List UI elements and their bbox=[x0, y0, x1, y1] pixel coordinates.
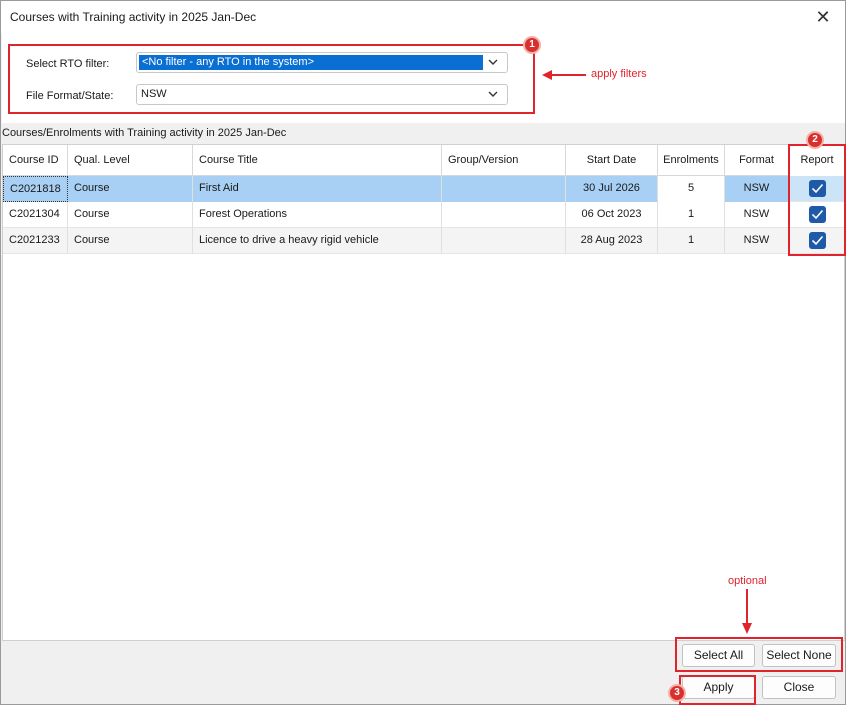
cell-course-title: First Aid bbox=[193, 176, 442, 202]
cell-start-date: 28 Aug 2023 bbox=[566, 228, 658, 254]
cell-course-id: C2021304 bbox=[3, 202, 68, 228]
title-bar: Courses with Training activity in 2025 J… bbox=[1, 1, 845, 33]
cell-qual-level: Course bbox=[68, 176, 193, 202]
table-row[interactable]: C2021304 Course Forest Operations 06 Oct… bbox=[3, 202, 846, 228]
column-header-course-id[interactable]: Course ID bbox=[3, 145, 68, 176]
courses-dialog: Courses with Training activity in 2025 J… bbox=[0, 0, 846, 705]
select-buttons-highlight-box bbox=[675, 637, 843, 672]
arrow-left-icon bbox=[542, 70, 586, 80]
column-header-format[interactable]: Format bbox=[725, 145, 789, 176]
cell-enrolments: 1 bbox=[658, 202, 725, 228]
table-row[interactable]: C2021818 Course First Aid 30 Jul 2026 5 … bbox=[3, 176, 846, 202]
step-badge-3: 3 bbox=[668, 684, 686, 702]
cell-format: NSW bbox=[725, 228, 789, 254]
column-header-group-version[interactable]: Group/Version bbox=[442, 145, 566, 176]
cell-course-title: Licence to drive a heavy rigid vehicle bbox=[193, 228, 442, 254]
cell-start-date: 06 Oct 2023 bbox=[566, 202, 658, 228]
cell-start-date: 30 Jul 2026 bbox=[566, 176, 658, 202]
column-header-start-date[interactable]: Start Date bbox=[566, 145, 658, 176]
table-row[interactable]: C2021233 Course Licence to drive a heavy… bbox=[3, 228, 846, 254]
report-column-highlight-box bbox=[788, 144, 846, 256]
optional-annotation: optional bbox=[728, 575, 767, 587]
step-badge-1: 1 bbox=[523, 36, 541, 54]
column-header-course-title[interactable]: Course Title bbox=[193, 145, 442, 176]
arrow-down-icon bbox=[742, 589, 752, 634]
filters-highlight-box bbox=[8, 44, 535, 114]
apply-highlight-box bbox=[679, 675, 756, 705]
cell-qual-level: Course bbox=[68, 228, 193, 254]
cell-course-id: C2021818 bbox=[3, 176, 68, 202]
cell-enrolments: 5 bbox=[658, 176, 725, 202]
cell-format: NSW bbox=[725, 202, 789, 228]
cell-course-title: Forest Operations bbox=[193, 202, 442, 228]
grid-header: Course ID Qual. Level Course Title Group… bbox=[3, 145, 834, 176]
window-title: Courses with Training activity in 2025 J… bbox=[10, 10, 257, 24]
cell-enrolments: 1 bbox=[658, 228, 725, 254]
apply-filters-annotation: apply filters bbox=[591, 68, 647, 80]
close-icon[interactable]: ✕ bbox=[813, 7, 833, 27]
step-badge-2: 2 bbox=[806, 131, 824, 149]
cell-course-id: C2021233 bbox=[3, 228, 68, 254]
cell-group-version bbox=[442, 202, 566, 228]
cell-group-version bbox=[442, 176, 566, 202]
cell-qual-level: Course bbox=[68, 202, 193, 228]
grid-title: Courses/Enrolments with Training activit… bbox=[2, 127, 287, 139]
cell-group-version bbox=[442, 228, 566, 254]
courses-grid: Course ID Qual. Level Course Title Group… bbox=[2, 144, 846, 641]
cell-format: NSW bbox=[725, 176, 789, 202]
close-button[interactable]: Close bbox=[762, 676, 836, 699]
column-header-enrolments[interactable]: Enrolments bbox=[658, 145, 725, 176]
column-header-qual-level[interactable]: Qual. Level bbox=[68, 145, 193, 176]
